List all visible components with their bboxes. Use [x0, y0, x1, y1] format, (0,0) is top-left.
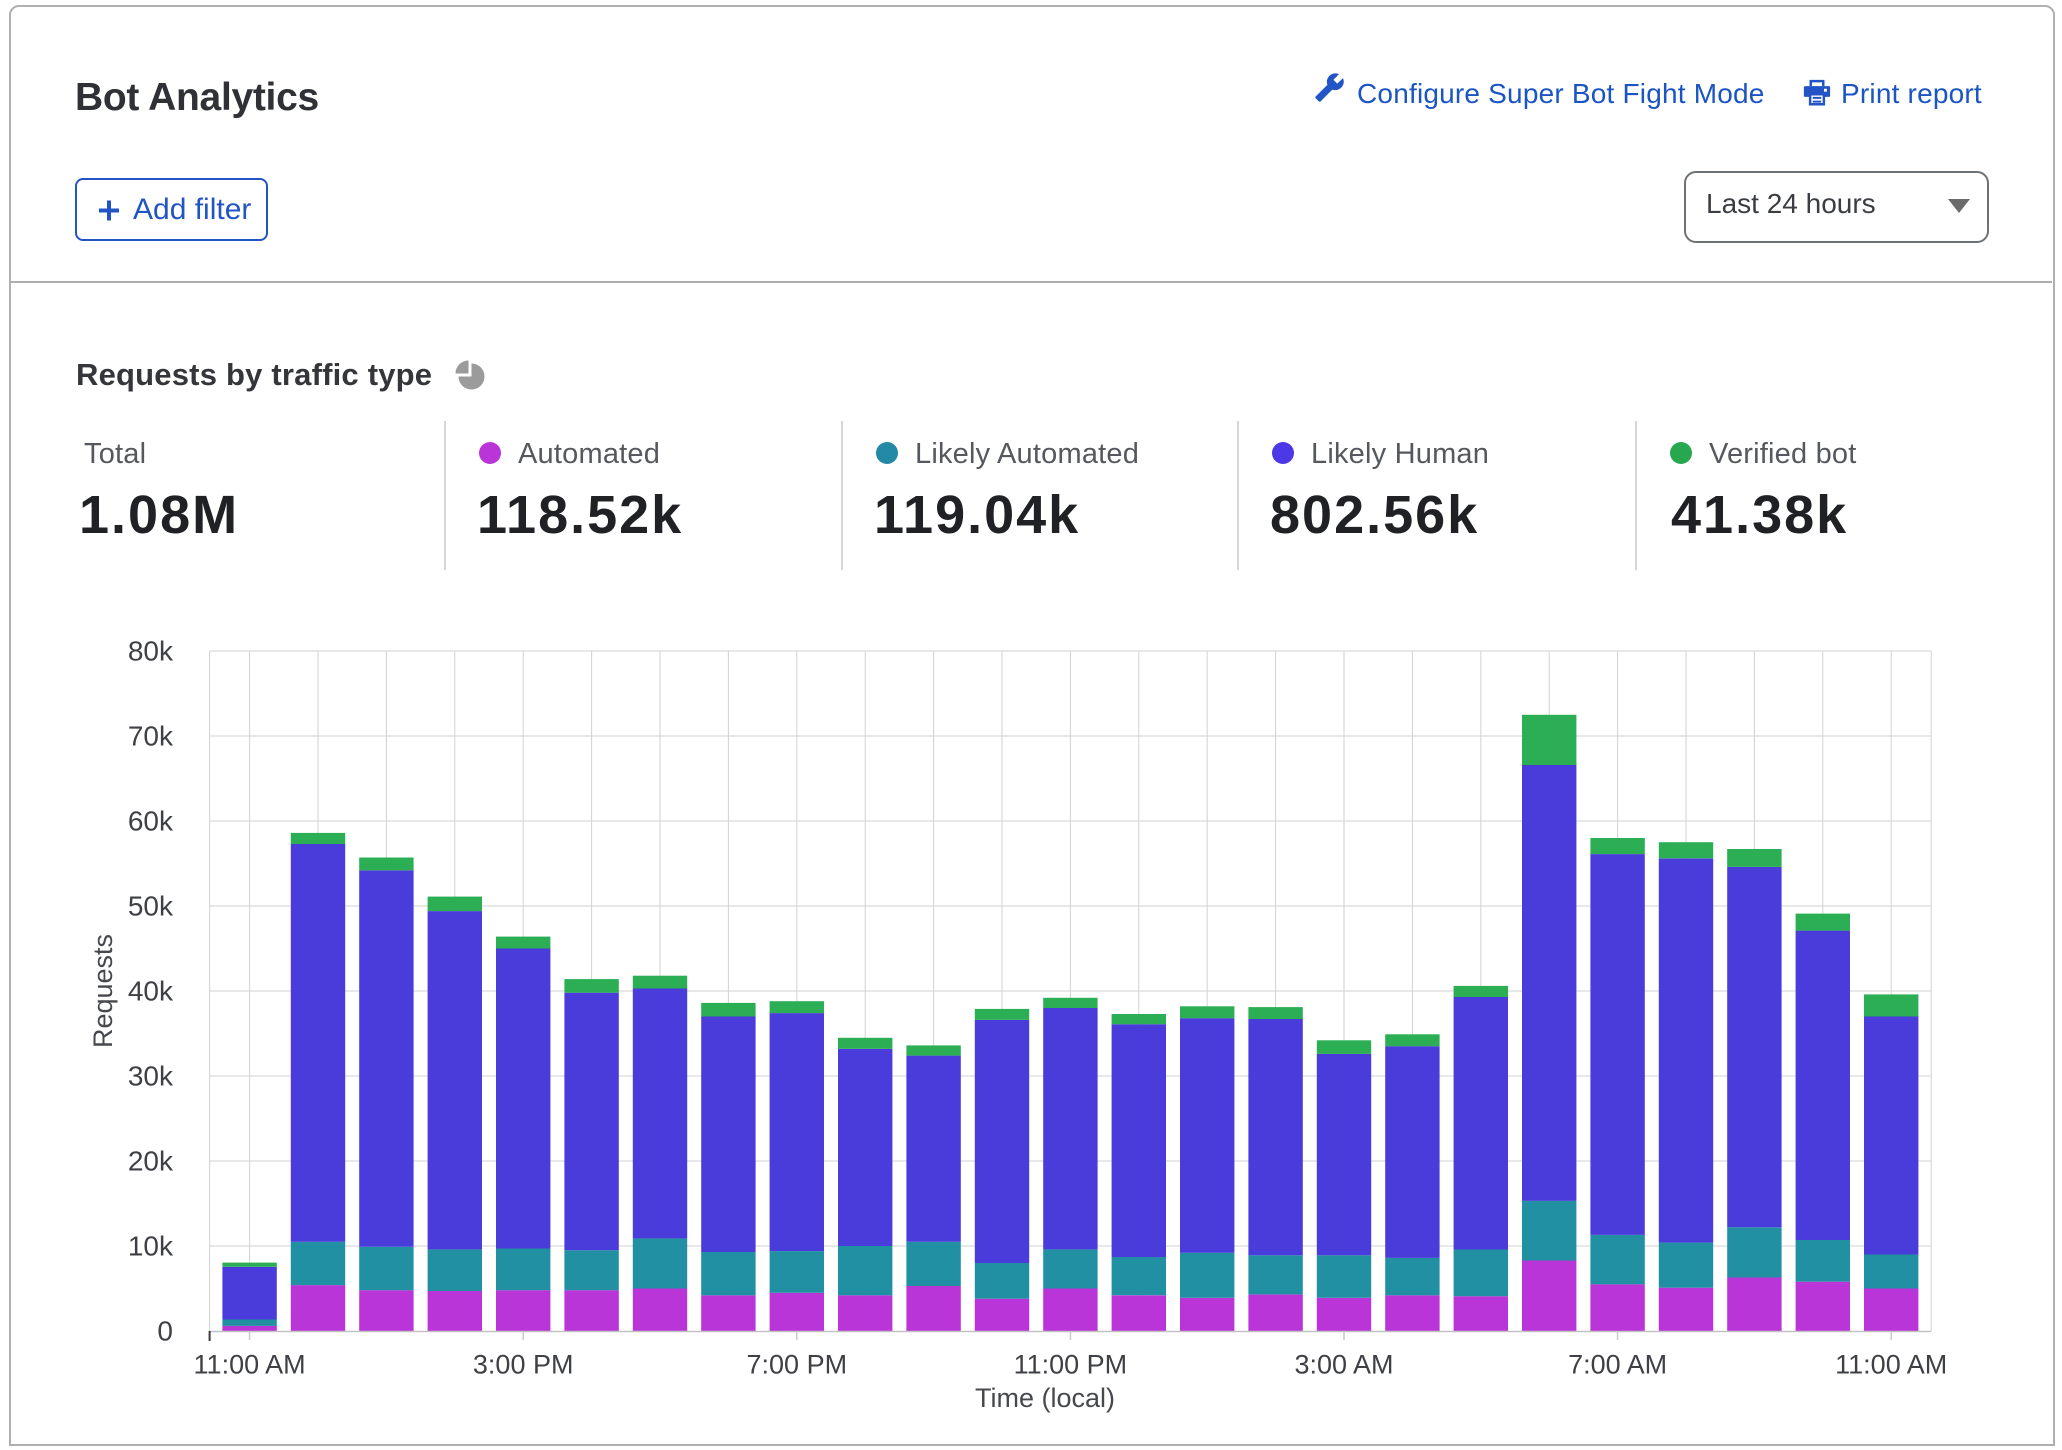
- svg-text:80k: 80k: [128, 636, 174, 667]
- svg-text:70k: 70k: [128, 721, 174, 752]
- svg-text:40k: 40k: [128, 976, 174, 1007]
- svg-text:11:00 AM: 11:00 AM: [1835, 1350, 1947, 1380]
- svg-text:0: 0: [157, 1316, 173, 1347]
- svg-text:11:00 AM: 11:00 AM: [194, 1350, 306, 1380]
- svg-text:10k: 10k: [128, 1231, 174, 1262]
- svg-text:20k: 20k: [128, 1146, 174, 1177]
- svg-text:30k: 30k: [128, 1061, 174, 1092]
- svg-text:7:00 PM: 7:00 PM: [747, 1350, 848, 1380]
- svg-text:Requests: Requests: [88, 934, 118, 1048]
- svg-text:Time (local): Time (local): [975, 1383, 1115, 1413]
- svg-text:3:00 PM: 3:00 PM: [473, 1350, 574, 1380]
- svg-text:7:00 AM: 7:00 AM: [1568, 1350, 1667, 1380]
- svg-text:50k: 50k: [128, 891, 174, 922]
- svg-text:11:00 PM: 11:00 PM: [1014, 1350, 1128, 1380]
- svg-text:3:00 AM: 3:00 AM: [1294, 1350, 1393, 1380]
- svg-text:60k: 60k: [128, 806, 174, 837]
